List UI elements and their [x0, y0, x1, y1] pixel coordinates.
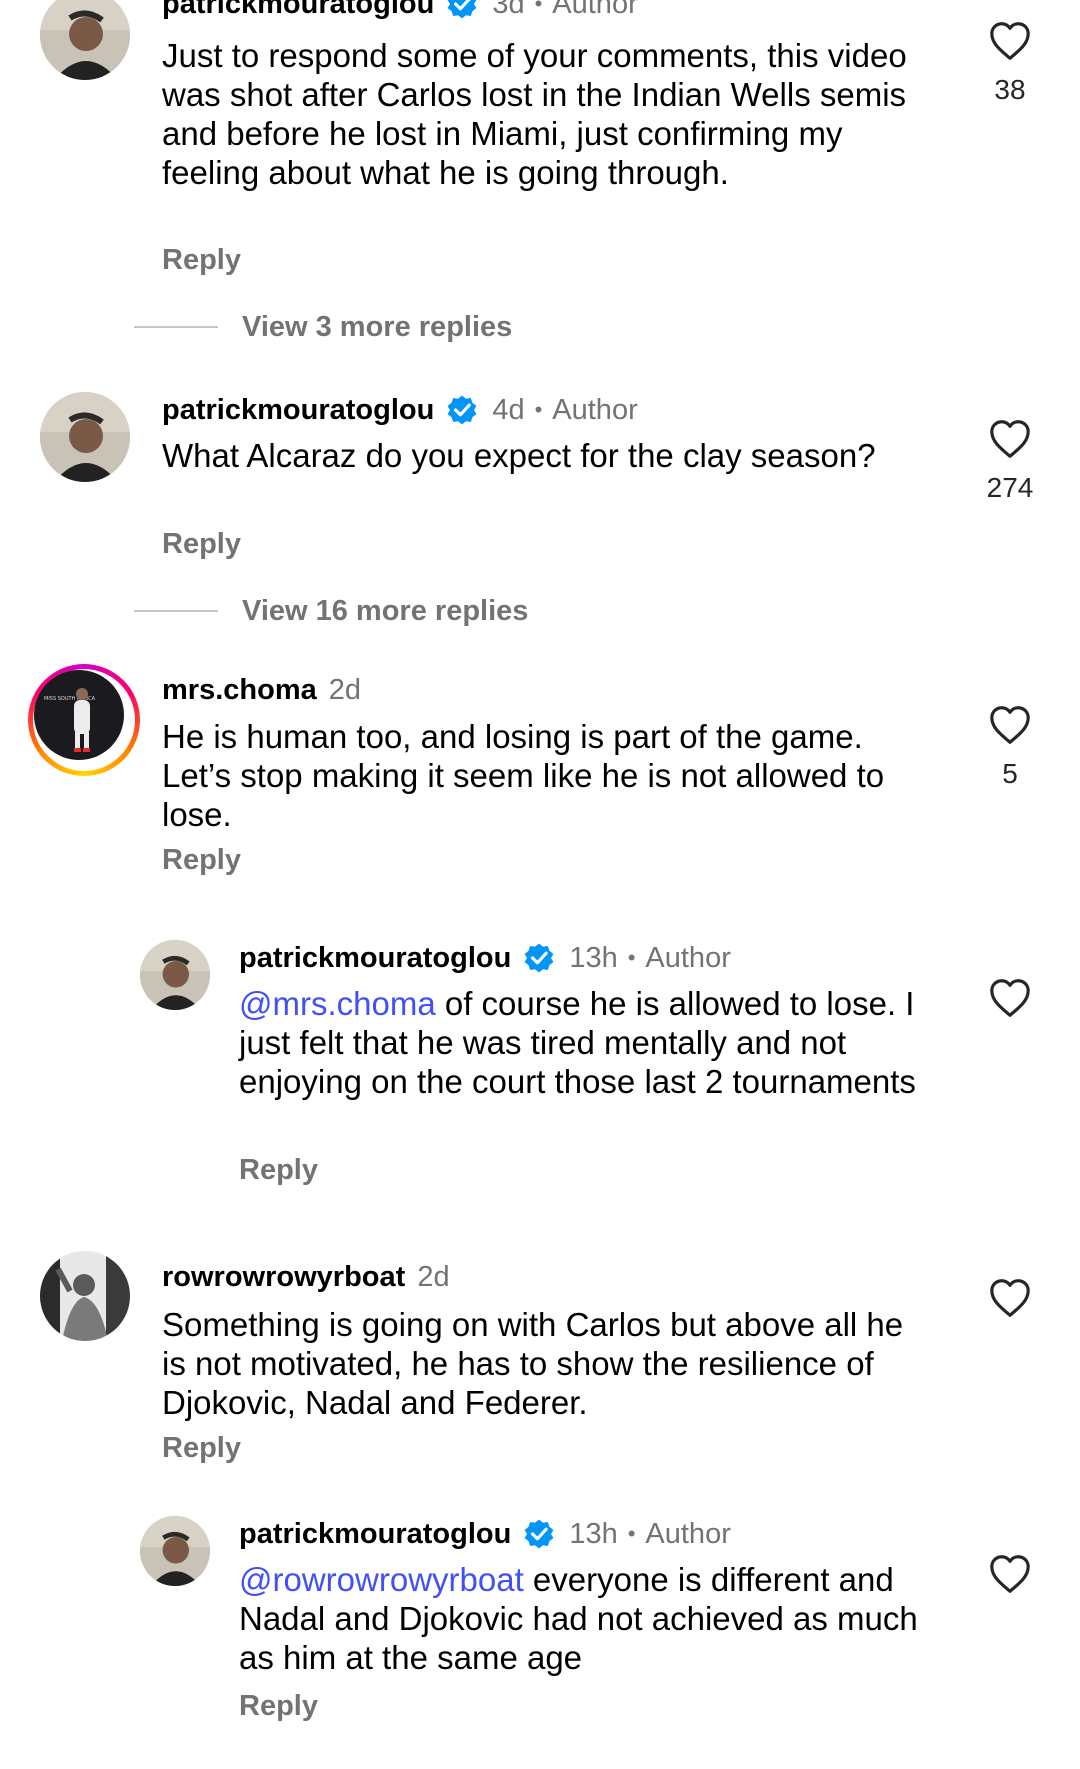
reply-button[interactable]: Reply — [162, 842, 241, 878]
like-count: 274 — [986, 472, 1034, 503]
separator-dot: • — [534, 397, 543, 422]
heart-outline-icon — [990, 1279, 1030, 1317]
comment-text: @mrs.choma of course he is allowed to lo… — [239, 984, 939, 1101]
author-label: Author — [645, 1518, 731, 1550]
username[interactable]: patrickmouratoglou — [239, 940, 511, 976]
verified-badge-icon — [523, 1518, 555, 1550]
comment-time: 4d — [492, 394, 525, 426]
like-button[interactable] — [988, 21, 1032, 61]
separator-dot: • — [534, 0, 543, 16]
verified-badge-icon — [523, 942, 555, 974]
comment-header: mrs.choma 2d — [162, 672, 361, 708]
avatar[interactable] — [40, 392, 130, 482]
like-button[interactable] — [988, 419, 1032, 459]
avatar[interactable] — [140, 1516, 210, 1586]
like-button[interactable] — [988, 705, 1032, 745]
reply-button[interactable]: Reply — [162, 242, 241, 278]
username[interactable]: patrickmouratoglou — [162, 392, 434, 428]
heart-outline-icon — [990, 22, 1030, 60]
comment-header: patrickmouratoglou 3d • Author — [162, 0, 638, 22]
divider-line — [134, 326, 218, 328]
verified-badge-icon — [446, 394, 478, 426]
avatar[interactable] — [40, 1251, 130, 1341]
comment-time: 13h — [569, 942, 618, 974]
story-ring[interactable]: MISS SOUTH AFRICA — [28, 664, 140, 776]
reply-button[interactable]: Reply — [239, 1152, 318, 1188]
comment-header: patrickmouratoglou 13h • Author — [239, 1516, 731, 1552]
reply-button[interactable]: Reply — [162, 526, 241, 562]
heart-outline-icon — [990, 420, 1030, 458]
comment-time: 2d — [328, 674, 361, 706]
like-count: 38 — [994, 74, 1026, 105]
comment-text: Something is going on with Carlos but ab… — [162, 1306, 904, 1421]
username[interactable]: patrickmouratoglou — [239, 1516, 511, 1552]
mention-link[interactable]: @rowrowrowyrboat — [239, 1561, 524, 1598]
divider-line — [134, 610, 218, 612]
comment-time: 3d — [492, 0, 525, 20]
like-button[interactable] — [988, 1554, 1032, 1594]
comment-text: What Alcaraz do you expect for the clay … — [162, 437, 876, 474]
mention-link[interactable]: @mrs.choma — [239, 985, 436, 1022]
username[interactable]: rowrowrowyrboat — [162, 1259, 405, 1295]
comment-header: rowrowrowyrboat 2d — [162, 1259, 450, 1295]
verified-badge-icon — [446, 0, 478, 20]
author-label: Author — [645, 942, 731, 974]
reply-button[interactable]: Reply — [239, 1688, 318, 1724]
like-button[interactable] — [988, 978, 1032, 1018]
avatar[interactable] — [140, 940, 210, 1010]
like-count: 5 — [1002, 758, 1018, 789]
username[interactable]: mrs.choma — [162, 672, 317, 708]
comment-header: patrickmouratoglou 13h • Author — [239, 940, 731, 976]
separator-dot: • — [627, 1521, 636, 1546]
comment-header: patrickmouratoglou 4d • Author — [162, 392, 638, 428]
comment-text: He is human too, and losing is part of t… — [162, 718, 885, 833]
comment-text: @rowrowrowyrboat everyone is different a… — [239, 1560, 939, 1677]
author-label: Author — [552, 394, 638, 426]
avatar-caption: MISS SOUTH AFRICA — [44, 696, 96, 702]
avatar: MISS SOUTH AFRICA — [34, 670, 124, 760]
view-more-replies[interactable]: View 16 more replies — [134, 593, 528, 629]
comment-text: Just to respond some of your comments, t… — [162, 37, 907, 191]
username[interactable]: patrickmouratoglou — [162, 0, 434, 22]
view-more-replies[interactable]: View 3 more replies — [134, 309, 512, 345]
comment-time: 13h — [569, 1518, 618, 1550]
like-button[interactable] — [988, 1278, 1032, 1318]
view-more-replies-label: View 16 more replies — [242, 595, 529, 627]
reply-button[interactable]: Reply — [162, 1430, 241, 1466]
heart-outline-icon — [990, 979, 1030, 1017]
author-label: Author — [552, 0, 638, 20]
heart-outline-icon — [990, 1555, 1030, 1593]
avatar[interactable] — [40, 0, 130, 80]
view-more-replies-label: View 3 more replies — [242, 311, 513, 343]
separator-dot: • — [627, 945, 636, 970]
heart-outline-icon — [990, 706, 1030, 744]
comment-time: 2d — [417, 1261, 450, 1293]
